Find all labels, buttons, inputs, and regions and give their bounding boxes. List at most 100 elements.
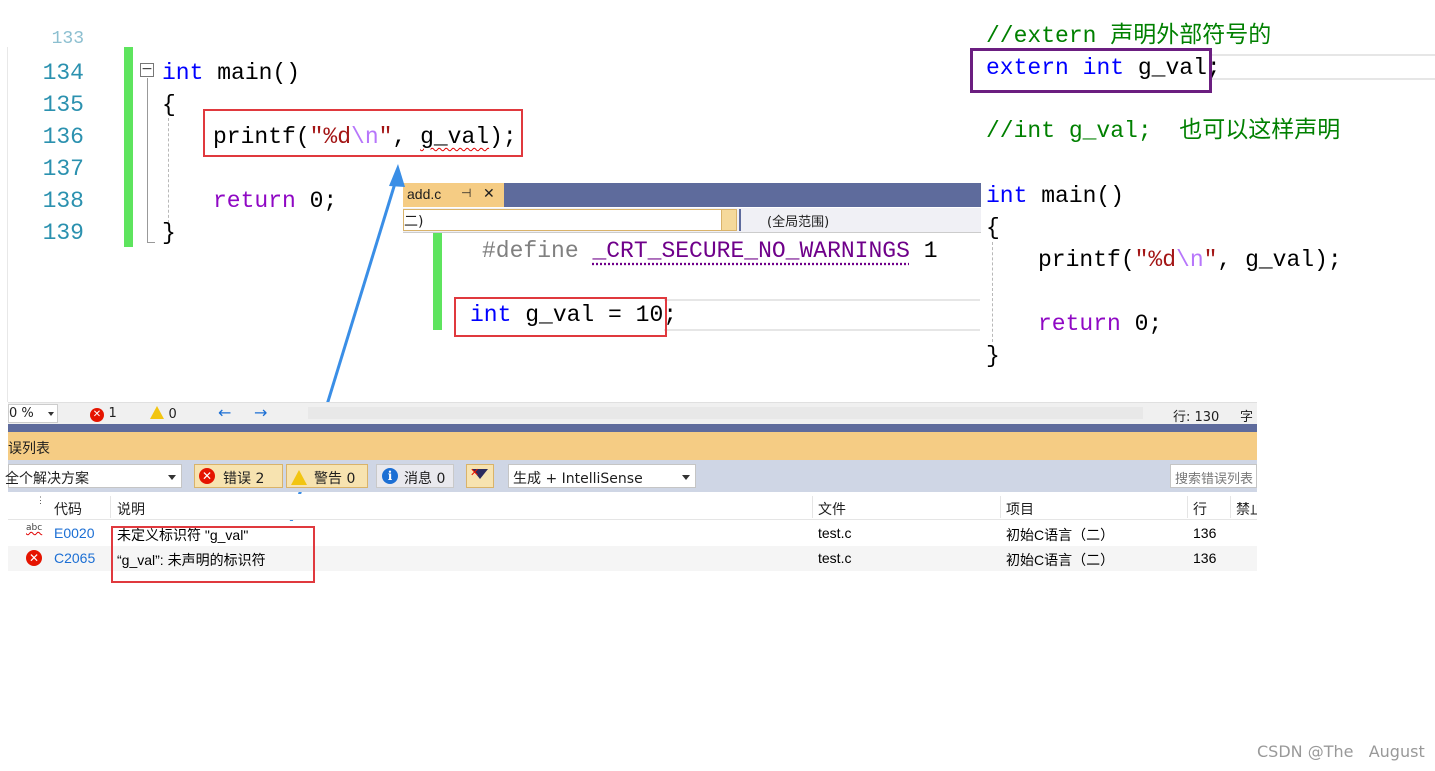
add-current-line [664,299,980,331]
comment-alt-declaration: //int g_val; 也可以这样声明 [986,118,1341,144]
annotation-box-printf [203,109,523,157]
scope-dropdown[interactable]: (全局范围) [739,209,981,231]
warning-count: 0 [168,407,177,422]
close-icon[interactable]: ✕ [483,186,495,202]
right-return-line: return 0; [1038,311,1163,337]
error-file: test.c [818,525,852,541]
project-dropdown-button[interactable] [721,209,737,231]
scope-guide-line [147,78,148,243]
navigation-bar: 二) (全局范围) [403,208,981,233]
column-separator [1000,496,1001,518]
annotation-box-extern [970,48,1212,93]
partial-line-number: 133 [51,30,84,48]
column-header-file[interactable]: 文件 [818,499,846,519]
column-header-project[interactable]: 项目 [1006,499,1034,519]
code-line-135: { [162,92,176,118]
warning-icon [150,406,164,419]
line-number: 134 [42,60,84,86]
define-line: #define _CRT_SECURE_NO_WARNINGS 1 [482,238,938,264]
code-line-134: int main() [162,60,301,86]
warning-icon [291,470,307,485]
error-list-header: ⋮ 代码 说明 文件 项目 行 禁止 [8,494,1257,520]
error-icon: ✕ [90,408,104,422]
column-separator [1230,496,1231,518]
right-open-brace: { [986,215,1000,241]
error-code-link[interactable]: C2065 [54,550,95,566]
current-line-highlight [1211,54,1435,80]
errors-filter-button[interactable]: ✕ 错误 2 [194,464,283,488]
warnings-filter-label: 警告 0 [314,471,356,487]
line-number: 139 [42,220,84,246]
column-separator [812,496,813,518]
error-project: 初始C语言（二） [1006,552,1115,568]
change-bar [124,47,133,247]
column-separator [1187,496,1188,518]
error-list-title-bar: 误列表 [8,432,1257,460]
messages-filter-button[interactable]: i 消息 0 [376,464,454,488]
nav-back-icon[interactable]: ← [218,403,231,422]
spelling-error-icon: abc [26,523,43,533]
messages-filter-label: 消息 0 [404,471,446,487]
errors-filter-label: 错误 2 [223,471,265,487]
right-main-signature: int main() [986,183,1125,209]
pin-icon[interactable]: ⊣ [461,186,471,200]
annotation-box-error [111,526,315,583]
left-margin-line [7,47,8,402]
chevron-down-icon [168,475,176,480]
error-line: 136 [1193,550,1217,566]
project-dropdown[interactable]: 二) [403,209,736,231]
sort-indicator-icon: ⋮ [36,495,45,505]
scope-dropdown-value: (全局范围) [767,215,830,230]
error-project: 初始C语言（二） [1006,527,1115,543]
annotation-box-definition [454,297,667,337]
column-header-suppression[interactable]: 禁止 [1236,499,1257,519]
zoom-dropdown[interactable]: 0 % [8,404,58,423]
indent-guide [168,118,169,223]
column-header-code[interactable]: 代码 [54,499,82,519]
line-indicator: 行: 130 [1173,410,1220,425]
horizontal-scrollbar[interactable] [308,407,1143,419]
search-errors-input[interactable]: 搜索错误列表 [1170,464,1257,488]
column-header-line[interactable]: 行 [1193,499,1207,519]
error-icon: ✕ [199,468,215,484]
error-list-toolbar: 全个解决方案 ✕ 错误 2 警告 0 i 消息 0 ✕ 生成 + Intelli… [5,460,1257,492]
right-close-brace: } [986,343,1000,369]
error-indicator[interactable]: ✕ 1 [90,405,117,422]
search-placeholder: 搜索错误列表 [1175,472,1254,487]
scope-guide-end [147,242,155,243]
tab-label: add.c [407,186,442,202]
column-separator [110,496,111,518]
right-printf-line: printf("%d\n", g_val); [1038,247,1342,273]
build-source-dropdown[interactable]: 生成 + IntelliSense [508,464,696,488]
line-number: 136 [42,124,84,150]
line-number: 135 [42,92,84,118]
clear-filter-button[interactable]: ✕ [466,464,494,488]
nav-forward-icon[interactable]: → [254,403,267,422]
right-indent-guide [992,242,993,342]
error-icon: ✕ [26,550,42,566]
line-number: 137 [42,156,84,182]
watermark: CSDN @The August [1257,742,1425,761]
build-source-value: 生成 + IntelliSense [513,471,643,487]
info-icon: i [382,468,398,484]
zoom-value: 0 % [9,406,34,421]
error-file: test.c [818,550,852,566]
project-dropdown-value: 二) [404,214,424,230]
code-line-138: return 0; [213,188,338,214]
collapse-toggle-icon[interactable]: − [140,62,154,77]
scope-filter-dropdown[interactable]: 全个解决方案 [5,464,182,488]
error-code-link[interactable]: E0020 [54,525,94,541]
filter-clear-icon: ✕ [470,466,480,479]
document-tab-add-c[interactable]: add.c ⊣ ✕ [403,183,504,207]
panel-title: 误列表 [8,441,50,457]
warning-indicator[interactable]: 0 [150,405,177,422]
chevron-down-icon [48,412,54,416]
code-line-139: } [162,220,176,246]
scope-filter-value: 全个解决方案 [5,471,89,487]
line-number: 138 [42,188,84,214]
error-line: 136 [1193,525,1217,541]
column-header-description[interactable]: 说明 [117,499,145,519]
chevron-down-icon [682,475,690,480]
error-count: 1 [108,406,117,421]
warnings-filter-button[interactable]: 警告 0 [286,464,368,488]
